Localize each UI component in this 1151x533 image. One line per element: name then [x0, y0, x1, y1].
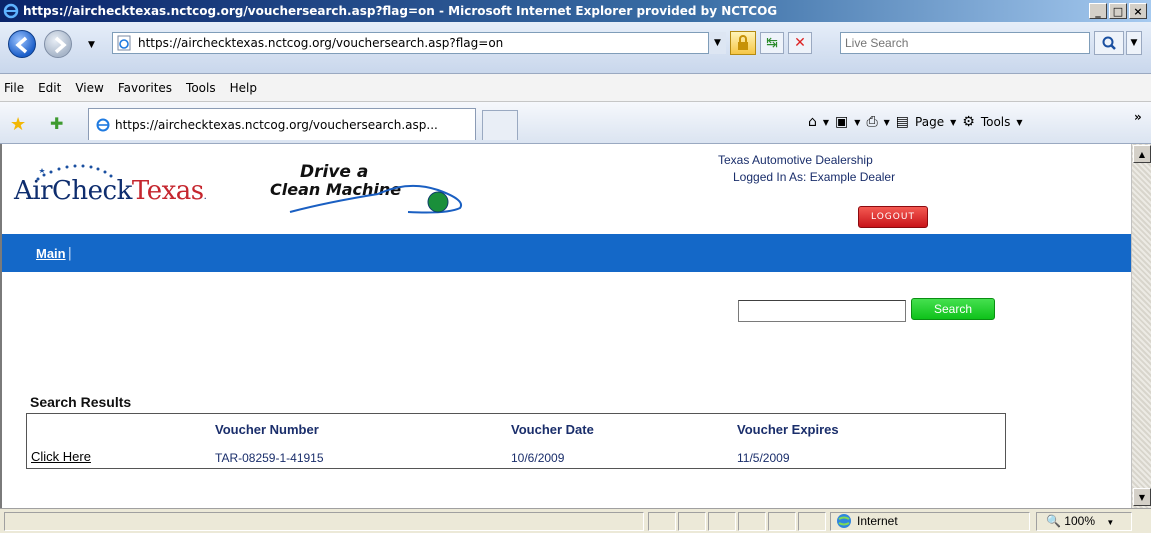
live-search-input[interactable] [840, 32, 1090, 54]
print-dropdown-icon[interactable]: ▼ [884, 118, 890, 127]
home-icon[interactable]: ⌂ [808, 114, 817, 130]
window-title-bar[interactable]: https://airchecktexas.nctcog.org/voucher… [0, 0, 1151, 22]
nav-main-link[interactable]: Main [36, 246, 66, 261]
status-pane [798, 512, 826, 531]
page-menu[interactable]: Page [915, 115, 944, 129]
menu-bar: File Edit View Favorites Tools Help [0, 74, 1151, 102]
close-button[interactable]: × [1129, 3, 1147, 19]
status-pane [648, 512, 676, 531]
page-content: AirCheckTexas. Drive a Clean Machine Tex… [0, 144, 1131, 508]
tab-current[interactable]: https://airchecktexas.nctcog.org/voucher… [88, 108, 476, 140]
logout-button[interactable]: LOGOUT [858, 206, 928, 228]
voucher-expires-value: 11/5/2009 [737, 451, 790, 465]
dealer-info: Texas Automotive Dealership Logged In As… [718, 152, 895, 186]
chevron-more-icon[interactable]: » [1134, 110, 1142, 124]
feeds-dropdown-icon[interactable]: ▼ [854, 118, 860, 127]
col-voucher-expires: Voucher Expires [737, 422, 839, 437]
click-here-link[interactable]: Click Here [31, 449, 91, 464]
nav-separator: | [67, 245, 73, 261]
security-zone[interactable]: Internet [836, 513, 898, 529]
globe-icon [837, 514, 851, 528]
tab-toolbar: ★ ✚ https://airchecktexas.nctcog.org/vou… [0, 102, 1151, 144]
status-bar: Internet 🔍 100% ▼ [0, 508, 1151, 533]
search-results-title: Search Results [30, 394, 132, 410]
zone-label: Internet [857, 514, 898, 528]
tab-page-icon [96, 118, 110, 131]
vertical-scrollbar[interactable]: ▲ ▼ [1131, 144, 1151, 508]
forward-arrow-icon [54, 36, 67, 54]
favorites-star-icon[interactable]: ★ [10, 114, 26, 135]
print-icon[interactable]: ⎙ [866, 114, 877, 130]
command-bar: ⌂ ▼ ▣ ▼ ⎙ ▼ ▤ Page ▼ ⚙ Tools ▼ [808, 114, 1023, 130]
new-tab-button[interactable] [482, 110, 518, 140]
status-pane [768, 512, 796, 531]
back-button[interactable] [8, 30, 36, 58]
menu-help[interactable]: Help [230, 81, 257, 95]
zoom-dropdown-icon[interactable]: ▼ [1106, 518, 1114, 527]
address-url: https://airchecktexas.nctcog.org/voucher… [138, 36, 504, 50]
tools-menu[interactable]: Tools [981, 115, 1011, 129]
lock-icon[interactable] [730, 31, 756, 55]
zoom-level[interactable]: 🔍 100% ▼ [1046, 514, 1114, 528]
zoom-icon: 🔍 [1046, 514, 1061, 528]
search-icon[interactable] [1094, 31, 1124, 55]
page-menu-icon: ▤ [895, 114, 910, 130]
search-options-dropdown-icon[interactable]: ▼ [1126, 31, 1142, 55]
aircheck-texas-logo: AirCheckTexas. [14, 160, 264, 212]
stop-icon[interactable]: ✕ [788, 32, 812, 54]
voucher-search-input[interactable] [738, 300, 906, 322]
scroll-down-icon[interactable]: ▼ [1133, 488, 1151, 506]
logo-texas-text: Texas [131, 176, 204, 206]
logged-in-user: Logged In As: Example Dealer [733, 170, 896, 184]
menu-favorites[interactable]: Favorites [118, 81, 172, 95]
ie-logo-icon [3, 3, 19, 19]
status-pane [708, 512, 736, 531]
address-bar[interactable]: https://airchecktexas.nctcog.org/voucher… [112, 32, 726, 54]
minimize-button[interactable]: _ [1089, 3, 1107, 19]
menu-file[interactable]: File [4, 81, 24, 95]
dealer-name: Texas Automotive Dealership [718, 153, 873, 167]
home-dropdown-icon[interactable]: ▼ [823, 118, 829, 127]
tab-title: https://airchecktexas.nctcog.org/voucher… [115, 117, 438, 132]
back-arrow-icon [15, 36, 28, 54]
search-button[interactable]: Search [911, 298, 995, 320]
car-outline-icon [289, 184, 462, 214]
add-favorite-icon[interactable]: ✚ [50, 114, 63, 133]
page-dropdown-icon[interactable]: ▼ [950, 118, 956, 127]
status-pane [678, 512, 706, 531]
menu-tools[interactable]: Tools [186, 81, 216, 95]
status-pane [738, 512, 766, 531]
refresh-icon[interactable]: ↹ [760, 32, 784, 54]
tools-dropdown-icon[interactable]: ▼ [1016, 118, 1022, 127]
forward-button[interactable] [44, 30, 72, 58]
window-title: https://airchecktexas.nctcog.org/voucher… [23, 4, 778, 18]
zoom-value: 100% [1064, 514, 1095, 528]
nav-bar: Main | [2, 234, 1131, 272]
scroll-up-icon[interactable]: ▲ [1133, 145, 1151, 163]
drive-clean-machine-logo: Drive a Clean Machine [270, 162, 470, 214]
status-text-pane [4, 512, 644, 531]
voucher-date-value: 10/6/2009 [511, 451, 565, 465]
voucher-number-value: TAR-08259-1-41915 [215, 451, 324, 465]
col-voucher-date: Voucher Date [511, 422, 594, 437]
page-icon [117, 35, 131, 51]
address-dropdown-icon[interactable]: ▼ [708, 32, 726, 54]
menu-view[interactable]: View [75, 81, 103, 95]
col-voucher-number: Voucher Number [215, 422, 319, 437]
menu-edit[interactable]: Edit [38, 81, 61, 95]
tools-gear-icon: ⚙ [962, 114, 975, 130]
maximize-button[interactable]: □ [1109, 3, 1127, 19]
results-table: Voucher Number Voucher Date Voucher Expi… [26, 413, 1006, 469]
feeds-icon[interactable]: ▣ [835, 114, 848, 130]
history-dropdown-icon[interactable]: ▼ [88, 40, 95, 50]
address-toolbar: ▼ https://airchecktexas.nctcog.org/vouch… [0, 22, 1151, 74]
logo-aircheck-text: AirCheck [14, 176, 132, 206]
